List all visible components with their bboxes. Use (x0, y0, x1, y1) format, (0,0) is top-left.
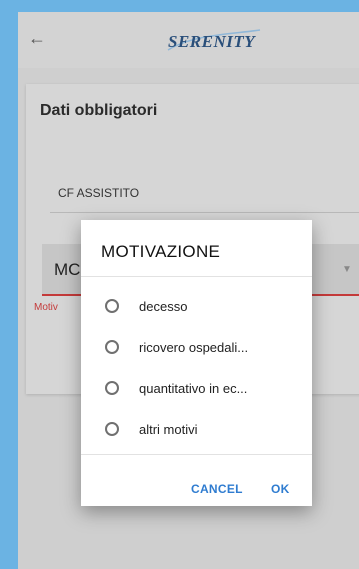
option-ricovero[interactable]: ricovero ospedali... (81, 331, 312, 369)
option-altri-motivi[interactable]: altri motivi (81, 413, 312, 451)
radio-icon[interactable] (105, 381, 119, 395)
radio-icon[interactable] (105, 422, 119, 436)
dialog-divider-top (81, 276, 312, 277)
back-arrow-icon[interactable]: ← (28, 27, 46, 49)
app-logo: SERENITY (168, 32, 256, 51)
dialog-divider-bottom (81, 454, 312, 455)
option-label: ricovero ospedali... (139, 340, 249, 355)
app-bar: ← SERENITY (18, 12, 359, 68)
ok-button[interactable]: OK (271, 482, 290, 496)
cf-assistito-label: CF ASSISTITO (58, 186, 140, 200)
motivazione-dialog: MOTIVAZIONE decesso ricovero ospedali...… (81, 220, 312, 506)
option-label: decesso (139, 299, 188, 314)
phone-screen: ← SERENITY Dati obbligatori CF ASSISTITO… (18, 12, 359, 569)
radio-icon[interactable] (105, 299, 119, 313)
section-title: Dati obbligatori (40, 102, 158, 119)
cf-field-underline[interactable] (50, 212, 359, 213)
option-quantitativo[interactable]: quantitativo in ec... (81, 372, 312, 410)
cancel-button[interactable]: CANCEL (191, 482, 243, 496)
option-label: altri motivi (139, 422, 198, 437)
dropdown-arrow-icon: ▼ (342, 264, 352, 275)
select-value: MC (54, 260, 81, 279)
radio-icon[interactable] (105, 340, 119, 354)
error-message: Motiv (34, 302, 58, 313)
option-label: quantitativo in ec... (139, 381, 248, 396)
dialog-title: MOTIVAZIONE (101, 242, 221, 261)
option-decesso[interactable]: decesso (81, 290, 312, 328)
